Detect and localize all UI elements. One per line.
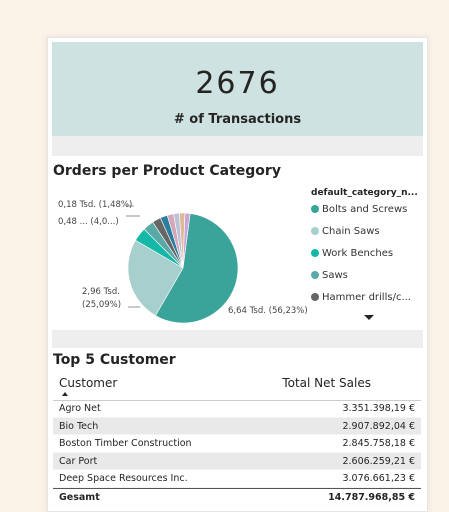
table-row[interactable]: Agro Net 3.351.398,19 € xyxy=(53,400,421,418)
legend-dot-icon xyxy=(311,227,319,235)
table-row[interactable]: Boston Timber Construction 2.845.758,18 … xyxy=(53,435,421,453)
table-title: Top 5 Customer xyxy=(53,352,176,368)
pie-data-label: 6,64 Tsd. (56,23%) xyxy=(228,306,308,316)
table-header: Customer Total Net Sales xyxy=(53,374,421,401)
table-row[interactable]: Car Port 2.606.259,21 € xyxy=(53,452,421,470)
pie-chart-title: Orders per Product Category xyxy=(53,163,281,179)
cell-total-sales: 14.787.968,85 € xyxy=(328,491,415,503)
cell-sales: 2.606.259,21 € xyxy=(342,455,415,467)
legend-dot-icon xyxy=(311,293,319,301)
table-total-row: Gesamt 14.787.968,85 € xyxy=(53,487,421,506)
legend-scroll-down-icon[interactable] xyxy=(364,315,374,320)
section-divider xyxy=(52,330,423,348)
section-divider xyxy=(52,136,423,156)
legend-dot-icon xyxy=(311,271,319,279)
cell-customer: Deep Space Resources Inc. xyxy=(59,473,188,484)
legend-item-work-benches[interactable]: Work Benches xyxy=(311,242,423,264)
kpi-label: # of Transactions xyxy=(173,112,302,127)
legend-item-hammer-drills[interactable]: Hammer drills/c... xyxy=(311,286,423,308)
table-row[interactable]: Bio Tech 2.907.892,04 € xyxy=(53,417,421,435)
pie-legend: default_category_n... Bolts and Screws C… xyxy=(311,188,423,308)
report-canvas: 2676 # of Transactions Orders per Produc… xyxy=(47,37,428,512)
legend-item-chain-saws[interactable]: Chain Saws xyxy=(311,220,423,242)
legend-label: Bolts and Screws xyxy=(322,203,408,215)
table-row[interactable]: Deep Space Resources Inc. 3.076.661,23 € xyxy=(53,470,421,488)
cell-sales: 2.845.758,18 € xyxy=(342,438,415,449)
legend-label: Hammer drills/c... xyxy=(322,291,411,303)
legend-item-saws[interactable]: Saws xyxy=(311,264,423,286)
legend-title: default_category_n... xyxy=(311,188,418,198)
table-body: Agro Net 3.351.398,19 € Bio Tech 2.907.8… xyxy=(53,400,421,505)
cell-customer: Boston Timber Construction xyxy=(59,438,192,449)
column-header-customer[interactable]: Customer xyxy=(59,376,117,390)
legend-label: Work Benches xyxy=(322,247,394,259)
pie-data-label: (25,09%) xyxy=(82,300,122,310)
cell-sales: 3.076.661,23 € xyxy=(342,473,415,484)
legend-dot-icon xyxy=(311,249,319,257)
pie-data-label: 2,96 Tsd. xyxy=(82,287,120,297)
cell-customer: Agro Net xyxy=(59,403,101,414)
column-header-total-net-sales[interactable]: Total Net Sales xyxy=(282,376,371,390)
legend-label: Saws xyxy=(322,269,348,281)
cell-total-label: Gesamt xyxy=(59,491,100,503)
legend-item-bolts-and-screws[interactable]: Bolts and Screws xyxy=(311,198,423,220)
pie-data-label: 0,18 Tsd. (1,48%) xyxy=(58,200,133,210)
legend-label: Chain Saws xyxy=(322,225,380,237)
sort-ascending-icon[interactable] xyxy=(62,392,68,396)
kpi-card[interactable]: 2676 # of Transactions xyxy=(52,42,423,136)
cell-customer: Car Port xyxy=(59,455,98,467)
legend-dot-icon xyxy=(311,205,319,213)
cell-customer: Bio Tech xyxy=(59,420,99,432)
cell-sales: 3.351.398,19 € xyxy=(342,403,415,414)
cell-sales: 2.907.892,04 € xyxy=(342,420,415,432)
kpi-value: 2676 xyxy=(195,66,280,101)
pie-data-label: 0,48 ... (4,0...) xyxy=(58,217,119,227)
